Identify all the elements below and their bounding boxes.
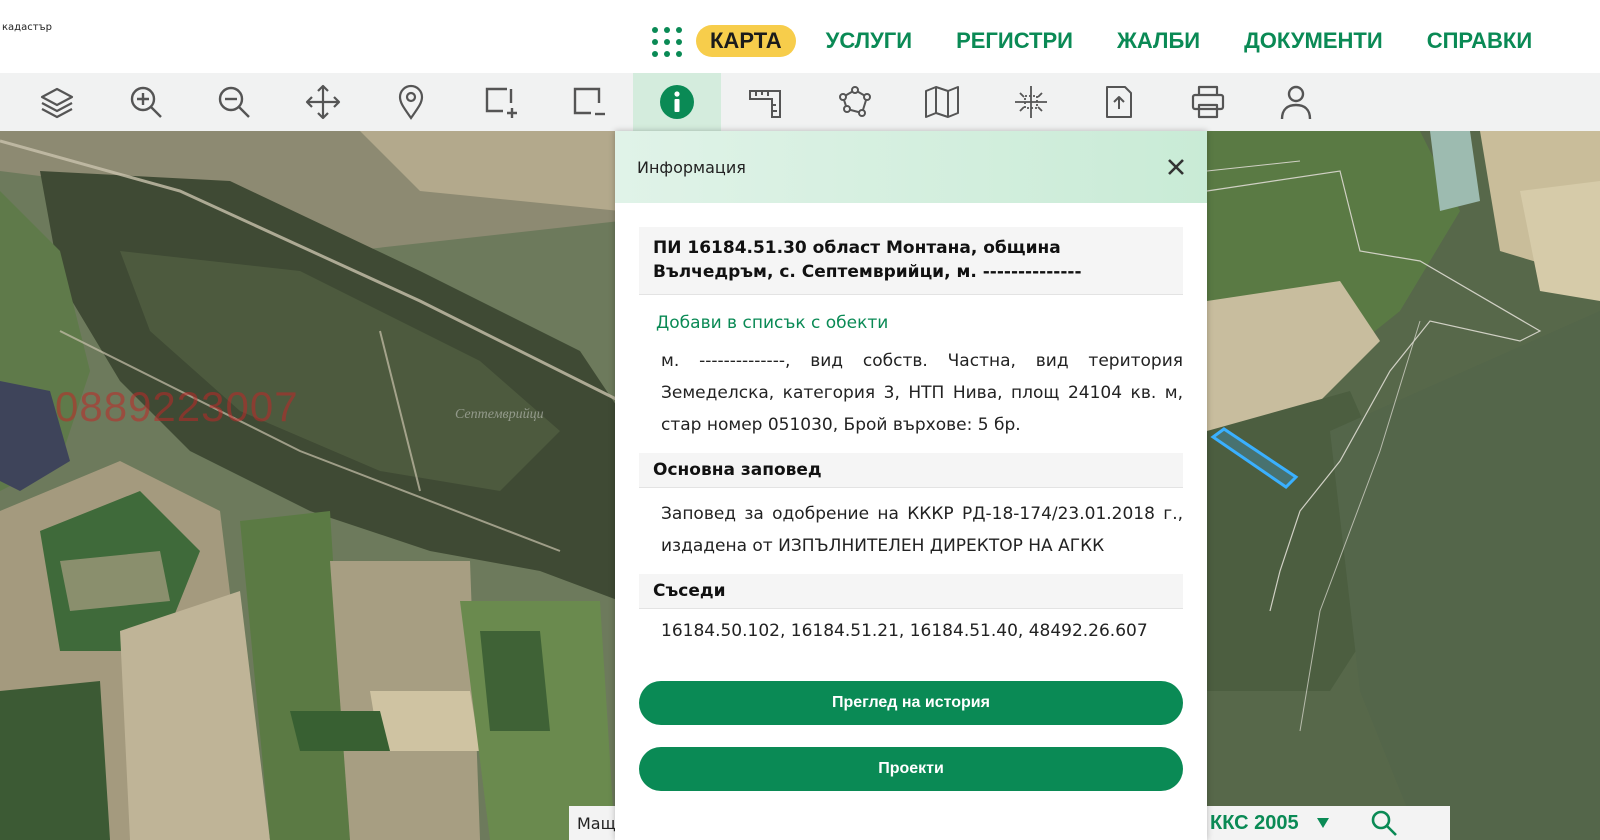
tool-zoom-in[interactable]: [102, 73, 191, 131]
tool-polygon[interactable]: [810, 73, 899, 131]
export-icon: [1106, 86, 1133, 118]
nav-reports[interactable]: СПРАВКИ: [1427, 28, 1532, 54]
view-history-button[interactable]: Преглед на история: [639, 681, 1183, 725]
tool-layers[interactable]: [13, 73, 102, 131]
tool-basemap[interactable]: [898, 73, 987, 131]
neighbors-list: 16184.50.102, 16184.51.21, 16184.51.40, …: [661, 621, 1148, 641]
coordinates-icon: [1014, 86, 1047, 118]
tool-info[interactable]: [632, 73, 721, 131]
nav-map[interactable]: КАРТА: [696, 25, 796, 57]
tool-export[interactable]: [1075, 73, 1164, 131]
info-panel-header: Информация: [615, 131, 1207, 203]
order-text: Заповед за одобрение на КККР РД-18-174/2…: [661, 504, 1183, 556]
info-panel-title: Информация: [637, 157, 746, 177]
object-description: м. --------------, вид собств. Частна, в…: [661, 351, 1183, 435]
logo[interactable]: кадастър: [2, 22, 52, 33]
order-heading: Основна заповед: [639, 453, 1183, 488]
crs-selector[interactable]: ККС 2005: [1200, 806, 1450, 840]
zoom-in-icon: [130, 86, 162, 118]
projects-button[interactable]: Проекти: [639, 747, 1183, 791]
map-place-label: Септемврийци: [455, 407, 544, 422]
select-add-icon: [485, 87, 517, 118]
info-icon: [659, 85, 694, 119]
map-icon: [925, 86, 960, 118]
tool-location[interactable]: [367, 73, 456, 131]
map-toolbar: [0, 73, 1600, 131]
select-remove-icon: [574, 87, 606, 116]
nav-complaints[interactable]: ЖАЛБИ: [1117, 28, 1200, 54]
main-nav: КАРТА УСЛУГИ РЕГИСТРИ ЖАЛБИ ДОКУМЕНТИ СП…: [696, 24, 1576, 58]
print-icon: [1191, 85, 1224, 119]
zoom-out-icon: [219, 86, 251, 118]
chevron-down-icon[interactable]: [1316, 818, 1329, 828]
apps-grid-icon[interactable]: [651, 26, 683, 58]
layers-icon: [41, 87, 74, 119]
pan-icon: [305, 84, 340, 120]
user-icon: [1281, 85, 1312, 120]
search-icon[interactable]: [1369, 808, 1399, 838]
tool-select-remove[interactable]: [544, 73, 633, 131]
add-to-list-link[interactable]: Добави в списък с обекти: [656, 313, 1183, 333]
scale-selector[interactable]: Мащаб: [569, 806, 617, 840]
polygon-icon: [838, 86, 871, 117]
info-panel-body: ПИ 16184.51.30 област Монтана, община Въ…: [615, 227, 1207, 791]
info-panel: Информация ПИ 16184.51.30 област Монтана…: [615, 131, 1207, 840]
nav-services[interactable]: УСЛУГИ: [826, 28, 912, 54]
neighbors-heading: Съседи: [639, 574, 1183, 609]
tool-user[interactable]: [1252, 73, 1341, 131]
object-title: ПИ 16184.51.30 област Монтана, община Въ…: [639, 227, 1183, 295]
nav-documents[interactable]: ДОКУМЕНТИ: [1244, 28, 1383, 54]
header: кадастър КАРТА УСЛУГИ РЕГИСТРИ ЖАЛБИ ДОК…: [0, 0, 1600, 73]
location-pin-icon: [399, 84, 424, 120]
tool-print[interactable]: [1164, 73, 1253, 131]
tool-zoom-out[interactable]: [190, 73, 279, 131]
close-icon[interactable]: [1165, 156, 1187, 178]
nav-registers[interactable]: РЕГИСТРИ: [956, 28, 1073, 54]
ruler-icon: [749, 90, 782, 118]
tool-pan[interactable]: [279, 73, 368, 131]
tool-coordinates[interactable]: [987, 73, 1076, 131]
crs-label: ККС 2005: [1210, 811, 1299, 834]
tool-measure[interactable]: [721, 73, 810, 131]
watermark-phone: 0889223007: [55, 383, 299, 430]
tool-select-add[interactable]: [456, 73, 545, 131]
